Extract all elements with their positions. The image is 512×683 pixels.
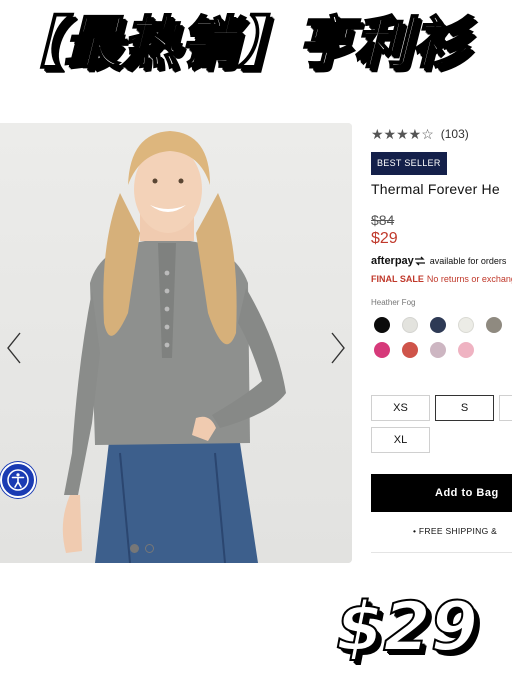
original-price: $84 bbox=[371, 212, 395, 228]
review-count[interactable]: (103) bbox=[441, 127, 469, 141]
color-swatch-light-grey[interactable] bbox=[402, 317, 418, 333]
color-swatch-taupe[interactable] bbox=[486, 317, 502, 333]
chevron-left-icon bbox=[7, 332, 21, 364]
final-sale-text: No returns or exchang bbox=[426, 274, 512, 284]
color-swatch-black[interactable] bbox=[374, 317, 390, 333]
final-sale-note: FINAL SALE No returns or exchang bbox=[371, 274, 512, 284]
color-swatch-magenta[interactable] bbox=[374, 342, 390, 358]
size-option-s[interactable]: S bbox=[435, 395, 494, 421]
product-photo bbox=[0, 123, 352, 563]
previous-image-button[interactable] bbox=[2, 328, 26, 368]
gallery-dot-2[interactable] bbox=[145, 544, 154, 553]
product-details-panel: ★★★★☆ (103) BEST SELLER Thermal Forever … bbox=[371, 124, 512, 564]
size-option-xs[interactable]: XS bbox=[371, 395, 430, 421]
size-option-more[interactable] bbox=[499, 395, 512, 421]
next-image-button[interactable] bbox=[326, 328, 350, 368]
afterpay-text: available for orders bbox=[429, 256, 507, 266]
color-swatch-mauve[interactable] bbox=[430, 342, 446, 358]
chevron-right-icon bbox=[331, 332, 345, 364]
product-title: Thermal Forever He bbox=[371, 181, 500, 197]
afterpay-logo[interactable]: afterpay bbox=[371, 255, 426, 267]
color-swatch-red[interactable] bbox=[402, 342, 418, 358]
section-divider bbox=[371, 552, 512, 564]
model-illustration bbox=[62, 131, 286, 563]
sale-price: $29 bbox=[371, 230, 398, 247]
product-rating[interactable]: ★★★★☆ (103) bbox=[371, 126, 469, 142]
color-swatch-pink[interactable] bbox=[458, 342, 474, 358]
add-to-bag-button[interactable]: Add to Bag bbox=[371, 474, 512, 512]
price-overlay: $29 bbox=[335, 587, 479, 668]
rating-stars: ★★★★☆ bbox=[371, 126, 434, 142]
afterpay-arrows-icon bbox=[414, 256, 425, 266]
product-image-gallery[interactable] bbox=[0, 123, 352, 563]
color-name-label: Heather Fog bbox=[371, 298, 416, 307]
best-seller-badge: BEST SELLER bbox=[371, 152, 447, 175]
color-swatch-ivory[interactable] bbox=[458, 317, 474, 333]
accessibility-icon bbox=[7, 469, 29, 491]
gallery-dot-1[interactable] bbox=[130, 544, 139, 553]
banner-title: 【最热销】亨利衫 bbox=[5, 10, 470, 77]
free-shipping-note: • FREE SHIPPING & bbox=[413, 526, 498, 536]
accessibility-button[interactable] bbox=[0, 462, 36, 498]
gallery-pagination bbox=[130, 544, 154, 553]
size-option-xl[interactable]: XL bbox=[371, 427, 430, 453]
final-sale-label: FINAL SALE bbox=[371, 274, 424, 284]
afterpay-note: afterpay available for orders bbox=[371, 255, 506, 267]
color-swatch-navy[interactable] bbox=[430, 317, 446, 333]
afterpay-logo-text: afterpay bbox=[371, 255, 414, 267]
